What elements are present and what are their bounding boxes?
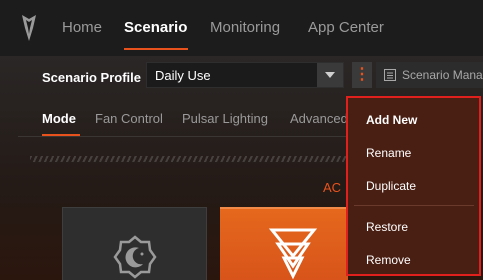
quiet-mode-icon [113, 235, 157, 279]
tab-advanced[interactable]: Advanced [290, 111, 348, 126]
tab-active-indicator [42, 134, 80, 136]
nav-app-center[interactable]: App Center [308, 19, 384, 36]
menu-item-restore[interactable]: Restore [366, 220, 408, 234]
nav-home[interactable]: Home [62, 19, 102, 36]
scenario-profile-dropdown[interactable]: Daily Use [146, 62, 344, 88]
profile-context-menu: Add New Rename Duplicate Restore Remove [346, 96, 481, 276]
top-nav: Home Scenario Monitoring App Center [0, 0, 483, 56]
menu-item-duplicate[interactable]: Duplicate [366, 179, 416, 193]
menu-item-rename[interactable]: Rename [366, 146, 411, 160]
power-mode-text: AC [323, 180, 342, 195]
scenario-profile-value: Daily Use [155, 68, 211, 83]
chevron-down-icon[interactable] [317, 63, 343, 87]
list-icon [384, 69, 396, 81]
tabs-divider [18, 136, 348, 137]
tab-pulsar-lighting[interactable]: Pulsar Lighting [182, 111, 268, 126]
scenario-manage-button[interactable]: Scenario Manag [376, 62, 483, 88]
predator-mode-icon [268, 228, 318, 280]
nav-monitoring[interactable]: Monitoring [210, 19, 280, 36]
tab-fan-control[interactable]: Fan Control [95, 111, 163, 126]
predator-logo-icon [22, 15, 36, 41]
menu-divider [354, 205, 474, 206]
nav-scenario[interactable]: Scenario [124, 19, 187, 36]
scenario-profile-label: Scenario Profile [42, 70, 141, 85]
nav-active-indicator [124, 48, 188, 50]
scenario-manage-label: Scenario Manag [402, 68, 483, 82]
tab-mode[interactable]: Mode [42, 111, 76, 126]
menu-item-add-new[interactable]: Add New [366, 113, 417, 127]
decorative-hatch [30, 156, 350, 162]
menu-item-remove[interactable]: Remove [366, 253, 411, 267]
more-options-button[interactable]: ⋮ [352, 62, 372, 88]
kebab-icon: ⋮ [354, 66, 370, 83]
